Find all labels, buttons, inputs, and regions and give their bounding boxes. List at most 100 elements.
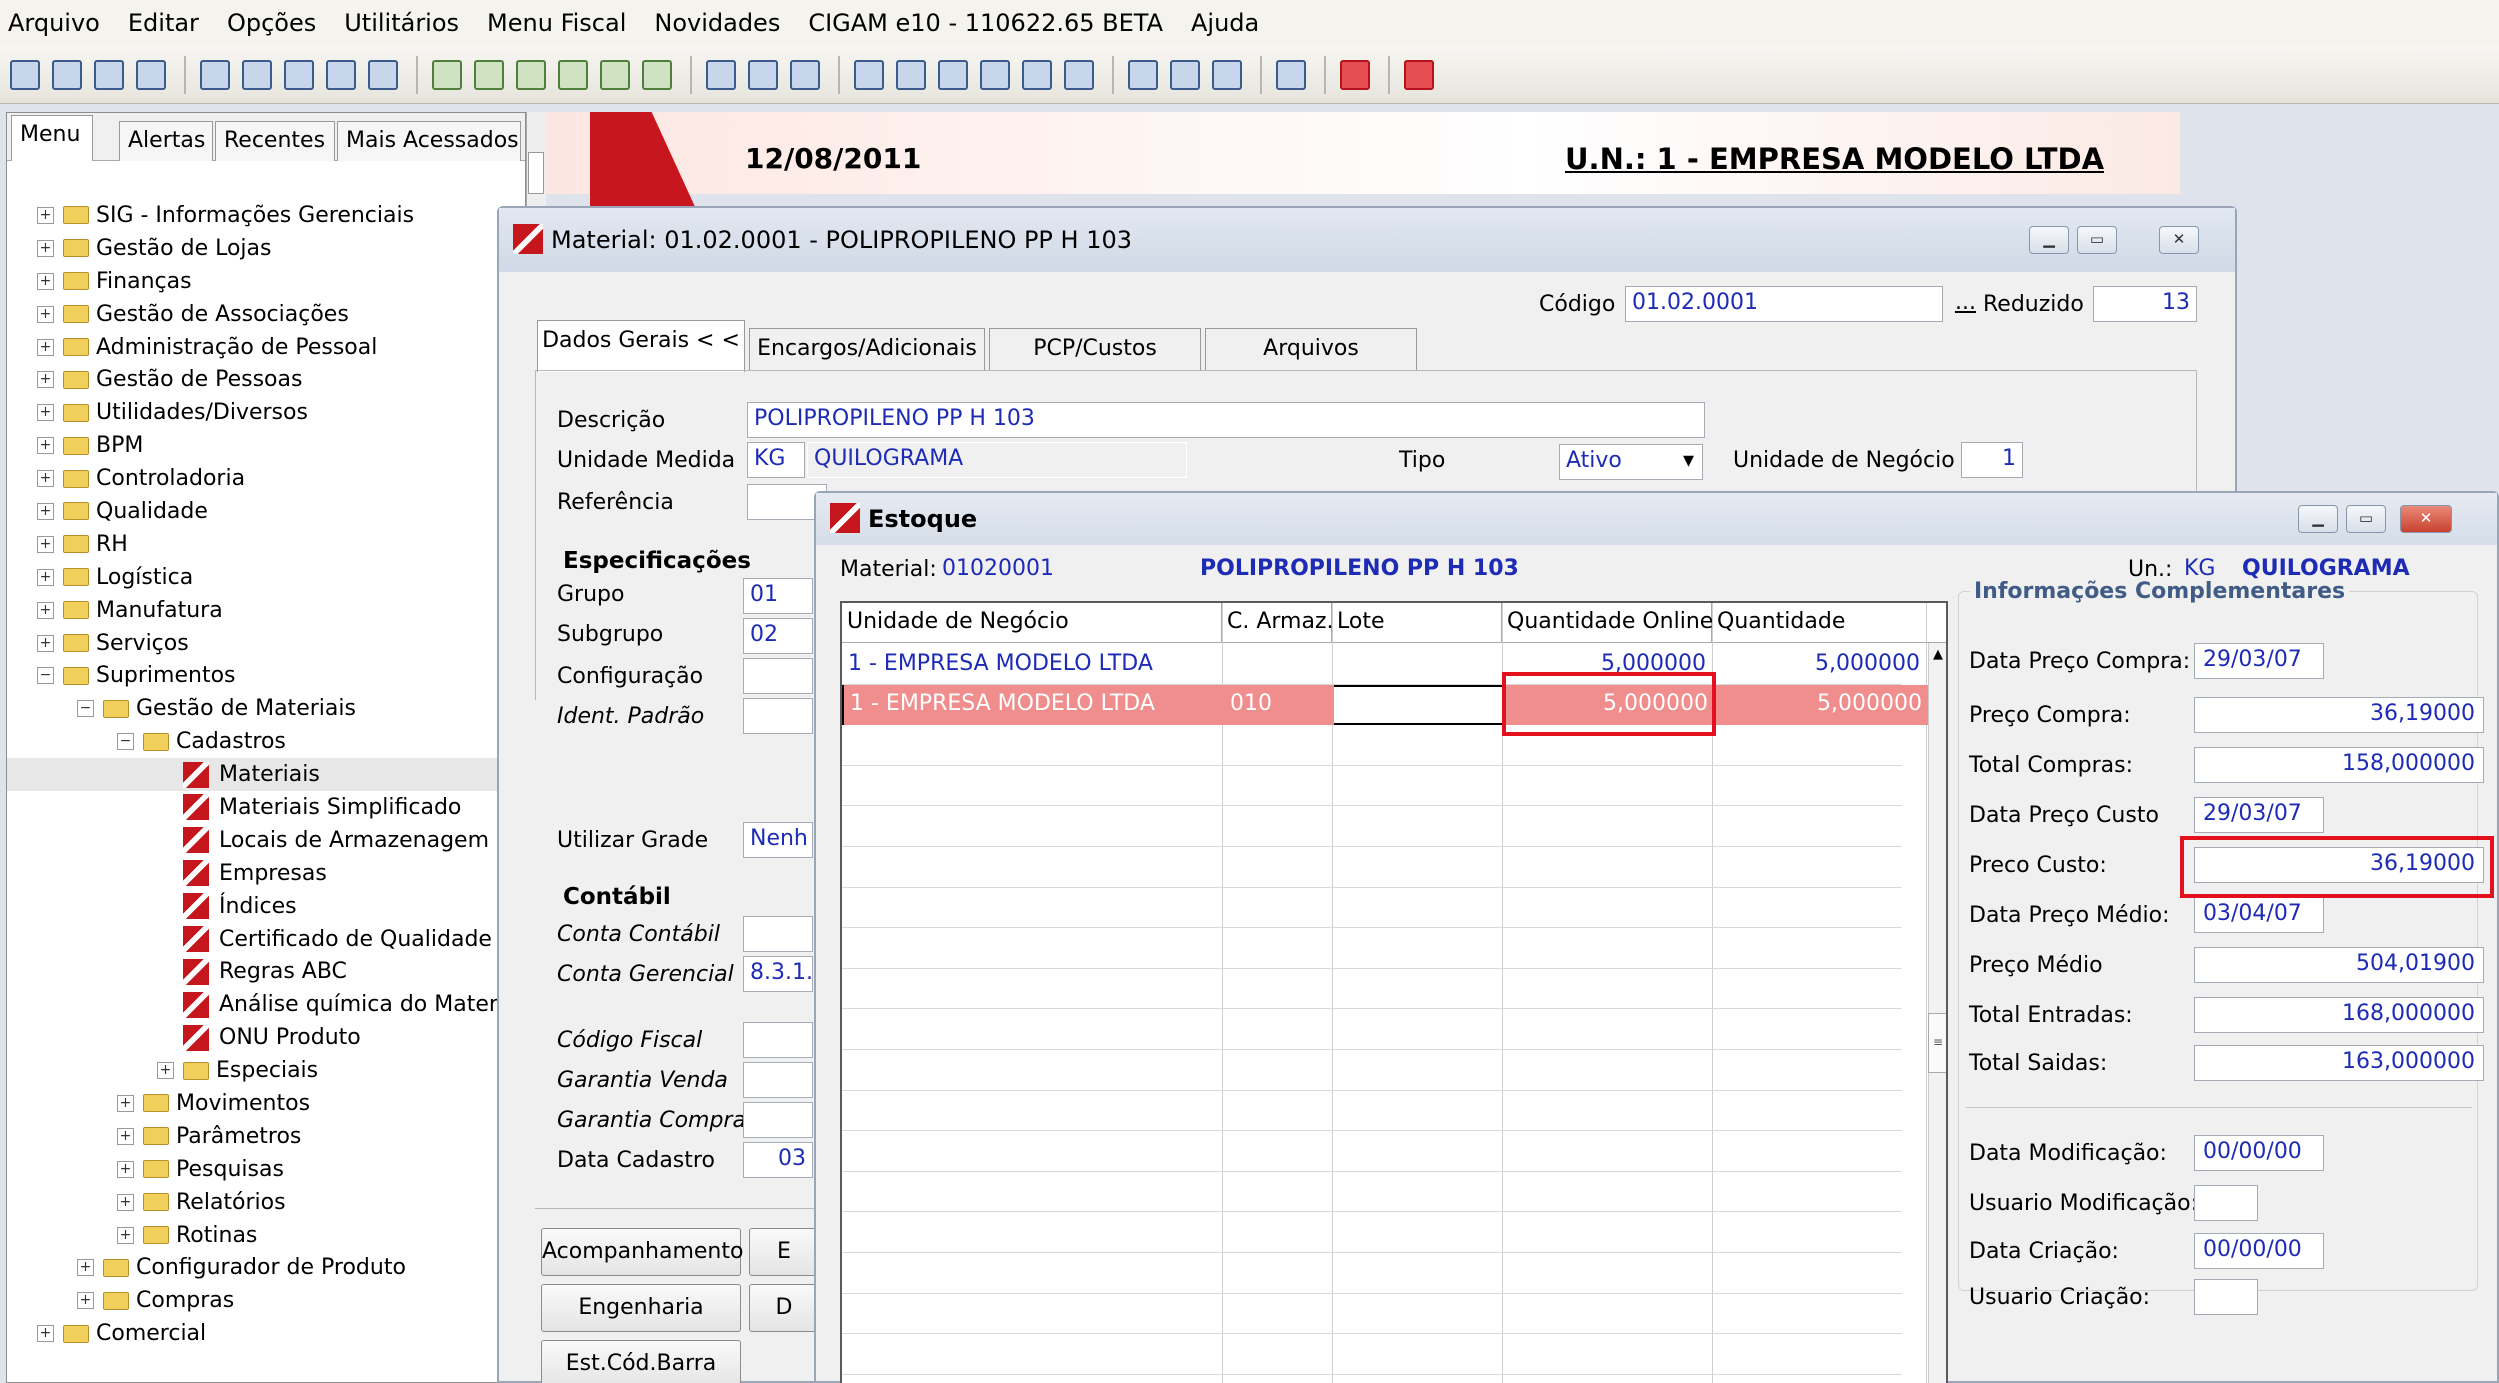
codigo-field[interactable]: 01.02.0001	[1625, 286, 1943, 322]
tree-item[interactable]: Análise química do Materia	[7, 988, 525, 1021]
acompanhamento-button[interactable]: Acompanhamento	[541, 1228, 743, 1276]
expand-icon[interactable]: +	[117, 1127, 134, 1145]
tree-item[interactable]: + BPM	[7, 429, 525, 462]
expand-icon[interactable]: +	[37, 305, 54, 323]
form-icon[interactable]	[326, 59, 356, 90]
menu-novidades[interactable]: Novidades	[654, 9, 780, 37]
data-cadastro-field[interactable]: 03	[743, 1142, 813, 1178]
tree-item[interactable]: + Rotinas	[7, 1219, 525, 1252]
menu-ajuda[interactable]: Ajuda	[1191, 9, 1259, 37]
tree-item[interactable]: − Suprimentos	[7, 659, 525, 692]
scroll-up-icon[interactable]: ▲	[1928, 647, 1946, 662]
record-print-icon[interactable]	[1064, 59, 1094, 90]
preco-compra-field[interactable]: 36,19000	[2194, 697, 2484, 733]
tree-item[interactable]: Locais de Armazenagem	[7, 824, 525, 857]
collapse-icon[interactable]: −	[37, 667, 54, 685]
engenharia-button[interactable]: Engenharia	[541, 1284, 741, 1332]
cigam-logo-icon[interactable]	[1404, 59, 1434, 90]
total-compras-field[interactable]: 158,000000	[2194, 747, 2484, 783]
ident-padrao-field[interactable]	[743, 698, 813, 734]
record-edit-icon[interactable]	[980, 59, 1010, 90]
navigate-next-icon[interactable]	[516, 59, 546, 90]
network-icon[interactable]	[1276, 59, 1306, 90]
expand-icon[interactable]: +	[37, 371, 54, 389]
expand-icon[interactable]: +	[117, 1160, 134, 1178]
expand-icon[interactable]: +	[37, 601, 54, 619]
navigate-first-icon[interactable]	[432, 59, 462, 90]
conta-gerencial-field[interactable]: 8.3.1.	[743, 956, 813, 992]
record-save-icon[interactable]	[896, 59, 926, 90]
expand-icon[interactable]: +	[37, 535, 54, 553]
calculator-icon[interactable]	[706, 59, 736, 90]
tree-item[interactable]: Certificado de Qualidade	[7, 923, 525, 956]
key-icon[interactable]	[558, 59, 588, 90]
maximize-button[interactable]: ▭	[2077, 226, 2117, 254]
tree-item[interactable]: + Pesquisas	[7, 1153, 525, 1186]
tree-item[interactable]: + Logística	[7, 561, 525, 594]
menu-version[interactable]: CIGAM e10 - 110622.65 BETA	[808, 9, 1163, 37]
menu-opcoes[interactable]: Opções	[227, 9, 316, 37]
tree-item[interactable]: + Administração de Pessoal	[7, 331, 525, 364]
d-button[interactable]: D	[749, 1284, 819, 1332]
tree-item[interactable]: + Compras	[7, 1284, 525, 1317]
expand-icon[interactable]: +	[37, 502, 54, 520]
calendar-icon[interactable]	[748, 59, 778, 90]
usuario-criacao-field[interactable]	[2194, 1279, 2258, 1315]
expand-icon[interactable]: +	[77, 1259, 94, 1277]
expand-icon[interactable]: +	[37, 338, 54, 356]
header-business-unit[interactable]: U.N.: 1 - EMPRESA MODELO LTDA	[1565, 142, 2104, 176]
reduzido-field[interactable]: 13	[2093, 286, 2197, 322]
menu-utilitarios[interactable]: Utilitários	[344, 9, 459, 37]
table-row[interactable]: 1 - EMPRESA MODELO LTDA 5,000000 5,000000	[842, 645, 1926, 685]
tree-item[interactable]: + Especiais	[7, 1054, 525, 1087]
descricao-field[interactable]: POLIPROPILENO PP H 103	[747, 402, 1705, 438]
tree-item[interactable]: − Cadastros	[7, 725, 525, 758]
tree-item[interactable]: + Utilidades/Diversos	[7, 396, 525, 429]
tree-item[interactable]: ONU Produto	[7, 1021, 525, 1054]
tree-item[interactable]: + Controladoria	[7, 462, 525, 495]
menu-arquivo[interactable]: Arquivo	[8, 9, 100, 37]
tree-item[interactable]: + Movimentos	[7, 1087, 525, 1120]
cut-icon[interactable]	[1128, 59, 1158, 90]
folder-icon[interactable]	[52, 59, 82, 90]
report-icon[interactable]	[368, 59, 398, 90]
tree-item[interactable]: + Finanças	[7, 265, 525, 298]
minimize-button[interactable]: ▁	[2029, 226, 2069, 254]
subgrupo-field[interactable]: 02	[743, 618, 813, 654]
expand-icon[interactable]: +	[37, 634, 54, 652]
window-icon[interactable]	[94, 59, 124, 90]
maximize-button[interactable]: ▭	[2346, 505, 2386, 533]
tipo-select[interactable]: Ativo ▾	[1559, 444, 1703, 480]
expand-icon[interactable]: +	[117, 1226, 134, 1244]
expand-icon[interactable]: +	[37, 404, 54, 422]
column-header[interactable]: Unidade de Negócio	[842, 603, 1222, 643]
close-button[interactable]: ✕	[2159, 226, 2199, 254]
unidade-medida-field[interactable]: KG	[747, 442, 805, 478]
tree-item[interactable]: + Qualidade	[7, 495, 525, 528]
conta-contabil-field[interactable]	[743, 916, 813, 952]
expand-icon[interactable]: +	[37, 568, 54, 586]
filter-icon[interactable]	[600, 59, 630, 90]
utilizar-grade-field[interactable]: Nenh	[743, 822, 813, 858]
tree-item[interactable]: + Parâmetros	[7, 1120, 525, 1153]
data-preco-custo-field[interactable]: 29/03/07	[2194, 797, 2324, 833]
tree-item[interactable]: Empresas	[7, 857, 525, 890]
page-icon[interactable]	[136, 59, 166, 90]
total-entradas-field[interactable]: 168,000000	[2194, 997, 2484, 1033]
expand-icon[interactable]: +	[37, 206, 54, 224]
record-delete-icon[interactable]	[938, 59, 968, 90]
codigo-fiscal-field[interactable]	[743, 1022, 813, 1058]
tree-item[interactable]: Regras ABC	[7, 955, 525, 988]
tree-item[interactable]: Índices	[7, 890, 525, 923]
garantia-compra-field[interactable]	[743, 1102, 813, 1138]
tree-item[interactable]: + Comercial	[7, 1317, 525, 1350]
open-icon[interactable]	[10, 59, 40, 90]
tab-pcp-custos[interactable]: PCP/Custos	[989, 328, 1201, 370]
navigate-prev-icon[interactable]	[474, 59, 504, 90]
table-icon[interactable]	[242, 59, 272, 90]
table-row[interactable]: 1 - EMPRESA MODELO LTDA 010 5,000000 5,0000…	[842, 685, 1928, 725]
grid-scrollbar-thumb[interactable]: ≡	[1928, 1013, 1946, 1073]
collapse-icon[interactable]: −	[117, 733, 134, 751]
tree-item[interactable]: Materiais Simplificado	[7, 791, 525, 824]
tree-item[interactable]: + Gestão de Pessoas	[7, 363, 525, 396]
